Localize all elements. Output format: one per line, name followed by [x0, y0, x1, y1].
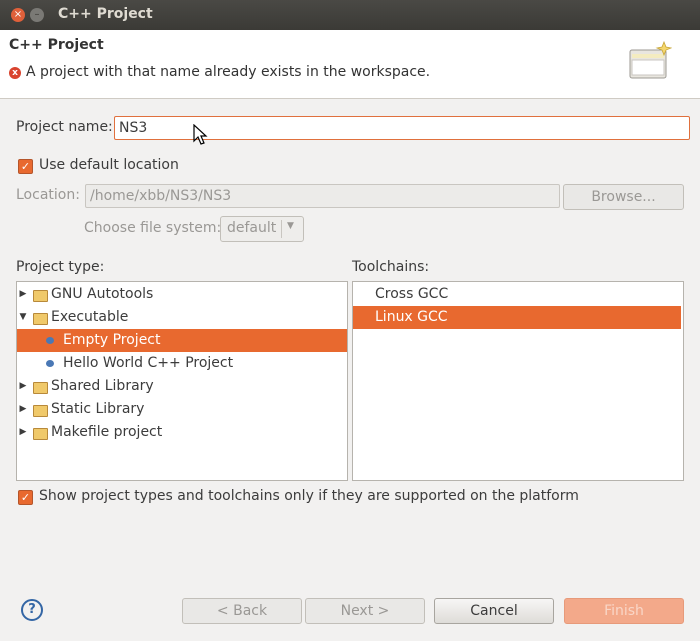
folder-icon [33, 405, 48, 417]
toolchain-item-linux-gcc[interactable]: Linux GCC [353, 306, 681, 329]
toolchains-label: Toolchains: [352, 259, 430, 275]
tree-item-label: Executable [51, 309, 129, 325]
show-supported-only-checkbox[interactable]: ✓ [18, 490, 33, 505]
close-window-icon[interactable]: × [11, 8, 25, 22]
next-button[interactable]: Next > [305, 598, 425, 624]
expand-arrow-icon[interactable]: ▶ [18, 421, 28, 444]
project-template-icon [46, 337, 54, 344]
chevron-down-icon: ▼ [287, 221, 294, 231]
project-type-label: Project type: [16, 259, 105, 275]
use-default-location-checkbox[interactable]: ✓ [18, 159, 33, 174]
back-button[interactable]: < Back [182, 598, 302, 624]
folder-icon [33, 382, 48, 394]
error-icon: x [9, 67, 21, 79]
browse-button[interactable]: Browse... [563, 184, 684, 210]
title-bar: × – C++ Project [0, 0, 700, 30]
wizard-banner-icon [629, 40, 672, 79]
use-default-location-label: Use default location [39, 157, 179, 173]
file-system-select[interactable]: default ▼ [220, 216, 304, 242]
finish-button[interactable]: Finish [564, 598, 684, 624]
toolchains-list[interactable]: Cross GCC Linux GCC [352, 281, 684, 481]
file-system-label: Choose file system: [84, 220, 222, 236]
toolchain-item-label: Cross GCC [375, 286, 449, 302]
tree-item-label: Static Library [51, 401, 145, 417]
tree-item-executable[interactable]: ▼ Executable [17, 306, 347, 329]
cancel-button[interactable]: Cancel [434, 598, 554, 624]
tree-item-makefile-project[interactable]: ▶ Makefile project [17, 421, 347, 444]
toolchain-item-cross-gcc[interactable]: Cross GCC [353, 283, 681, 306]
folder-icon [33, 428, 48, 440]
toolchain-item-label: Linux GCC [375, 309, 448, 325]
project-name-label: Project name: [16, 119, 113, 135]
location-input[interactable]: /home/xbb/NS3/NS3 [85, 184, 560, 208]
window-title: C++ Project [58, 6, 153, 22]
file-system-value: default [227, 220, 277, 236]
tree-item-label: Shared Library [51, 378, 154, 394]
tree-item-label: Hello World C++ Project [63, 355, 234, 371]
project-template-icon [46, 360, 54, 367]
tree-item-gnu-autotools[interactable]: ▶ GNU Autotools [17, 283, 347, 306]
minimize-window-icon[interactable]: – [30, 8, 44, 22]
combo-separator [281, 220, 282, 238]
help-icon[interactable]: ? [21, 599, 43, 621]
tree-item-empty-project[interactable]: Empty Project [17, 329, 347, 352]
tree-item-shared-library[interactable]: ▶ Shared Library [17, 375, 347, 398]
expand-arrow-icon[interactable]: ▶ [18, 398, 28, 421]
tree-item-label: Empty Project [63, 332, 161, 348]
tree-item-label: Makefile project [51, 424, 163, 440]
project-type-tree[interactable]: ▶ GNU Autotools ▼ Executable Empty Proje… [16, 281, 348, 481]
collapse-arrow-icon[interactable]: ▼ [18, 306, 28, 329]
folder-open-icon [33, 313, 48, 325]
expand-arrow-icon[interactable]: ▶ [18, 375, 28, 398]
folder-icon [33, 290, 48, 302]
expand-arrow-icon[interactable]: ▶ [18, 283, 28, 306]
show-supported-only-label: Show project types and toolchains only i… [39, 488, 579, 504]
tree-item-hello-world[interactable]: Hello World C++ Project [17, 352, 347, 375]
wizard-header: C++ Project x A project with that name a… [0, 30, 700, 99]
error-message: A project with that name already exists … [26, 64, 431, 80]
tree-item-static-library[interactable]: ▶ Static Library [17, 398, 347, 421]
location-label: Location: [16, 187, 80, 203]
page-title: C++ Project [9, 37, 104, 53]
tree-item-label: GNU Autotools [51, 286, 154, 302]
mouse-pointer-icon [193, 124, 208, 145]
